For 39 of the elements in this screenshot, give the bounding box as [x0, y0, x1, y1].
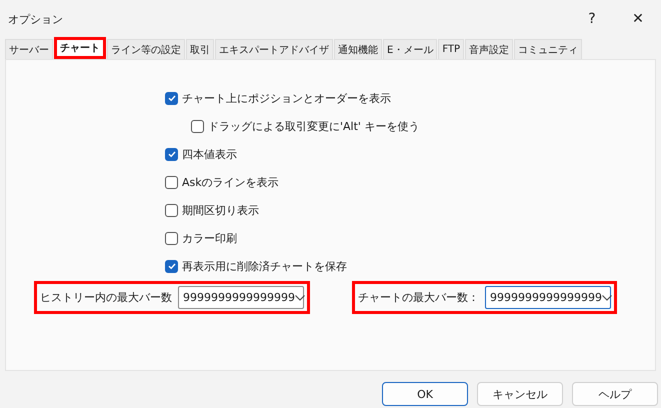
checkbox-label: 期間区切り表示	[182, 202, 259, 218]
dialog-button[interactable]: キャンセル	[477, 382, 563, 406]
field-label: チャートの最大バー数：	[358, 290, 479, 305]
tab[interactable]: チャート	[54, 37, 106, 59]
checkbox[interactable]	[165, 148, 178, 160]
tab[interactable]: E・メール	[383, 39, 438, 59]
dialog-button[interactable]: OK	[382, 382, 468, 406]
checkbox-label: ドラッグによる取引変更に'Alt' キーを使う	[208, 118, 420, 134]
checkbox-label: Askのラインを表示	[182, 174, 279, 190]
field-label: ヒストリー内の最大バー数	[40, 290, 172, 305]
dialog-button[interactable]: ヘルプ	[572, 382, 658, 406]
checkbox[interactable]	[165, 176, 178, 188]
checkmark-icon	[166, 93, 176, 103]
tab[interactable]: FTP	[438, 39, 464, 59]
dropdown-field[interactable]: 9999999999999999	[178, 286, 304, 309]
tab[interactable]: ライン等の設定	[107, 39, 185, 59]
close-button[interactable]: ✕	[615, 0, 661, 38]
checkbox-label: チャート上にポジションとオーダーを表示	[182, 90, 391, 106]
tab[interactable]: 取引	[186, 39, 214, 59]
checkbox[interactable]	[165, 260, 178, 272]
help-button[interactable]: ?	[569, 0, 615, 38]
checkbox[interactable]	[165, 204, 178, 216]
tab[interactable]: エキスパートアドバイザ	[215, 39, 333, 59]
chevron-down-icon	[294, 294, 305, 300]
checkbox-label: 再表示用に削除済チャートを保存	[182, 258, 347, 274]
checkbox[interactable]	[191, 120, 204, 132]
tab[interactable]: サーバー	[5, 39, 53, 59]
checkmark-icon	[166, 149, 176, 159]
tab[interactable]: 通知機能	[334, 39, 382, 59]
checkbox[interactable]	[165, 232, 178, 244]
tab[interactable]: コミュニティ	[514, 39, 582, 59]
window-title: オプション	[8, 12, 63, 26]
checkbox[interactable]	[165, 92, 178, 104]
checkbox-label: カラー印刷	[182, 230, 237, 246]
chevron-down-icon	[602, 294, 612, 300]
dropdown-field[interactable]: 9999999999999999	[485, 286, 611, 309]
checkbox-label: 四本値表示	[182, 146, 237, 162]
checkmark-icon	[166, 261, 176, 271]
tab[interactable]: 音声設定	[465, 39, 514, 59]
